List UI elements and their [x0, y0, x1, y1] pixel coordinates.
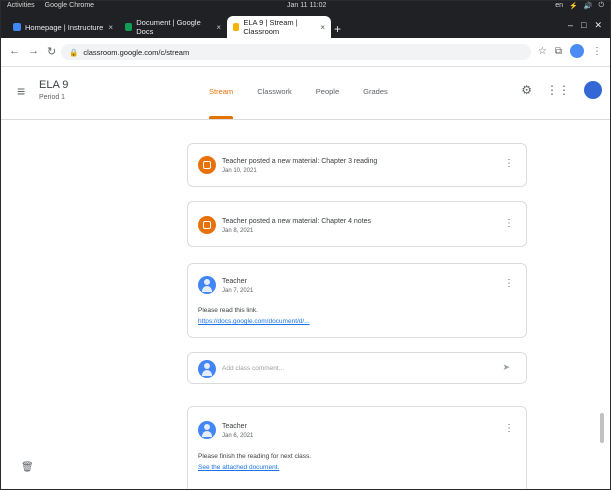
app-menu[interactable]: Google Chrome: [45, 2, 94, 9]
screen: Activities Google Chrome Jan 11 11:02 en…: [0, 0, 611, 490]
profile-avatar[interactable]: [570, 44, 584, 58]
close-tab-icon[interactable]: ×: [216, 23, 221, 32]
post-author: Teacher: [222, 278, 247, 285]
post-text: Please read this link.: [198, 307, 258, 314]
class-section: Period 1: [39, 94, 66, 101]
apps-grid-icon[interactable]: ⋮⋮: [546, 83, 570, 97]
close-tab-icon[interactable]: ×: [320, 23, 325, 32]
tab-title: Homepage | Instructure: [25, 22, 104, 32]
keyboard-layout[interactable]: en: [555, 2, 563, 10]
tab-stream[interactable]: Stream: [209, 67, 234, 119]
minimize-icon[interactable]: –: [568, 20, 573, 31]
os-clock[interactable]: Jan 11 11:02: [287, 2, 326, 9]
tab-title: ELA 9 | Stream | Classroom: [243, 18, 298, 36]
classroom-header: ≡ ELA 9 Period 1 Stream Classwork People…: [1, 67, 610, 120]
browser-tab-2[interactable]: Document | Google Docs ×: [119, 16, 227, 38]
tab-favicon: [125, 23, 133, 31]
stream-post[interactable]: Teacher posted a new material: Chapter 4…: [187, 201, 527, 247]
post-title: Teacher posted a new material: Chapter 3…: [222, 158, 378, 165]
more-vert-icon[interactable]: ⋮: [504, 278, 514, 289]
tab-people[interactable]: People: [316, 67, 339, 119]
browser-tab-strip: Homepage | Instructure × Document | Goog…: [1, 12, 610, 38]
maximize-icon[interactable]: □: [581, 20, 586, 31]
assignment-icon: [198, 216, 216, 234]
more-vert-icon[interactable]: ⋮: [504, 423, 514, 434]
classroom-tabs: Stream Classwork People Grades: [209, 67, 388, 119]
browser-tab-1[interactable]: Homepage | Instructure ×: [7, 16, 119, 38]
url-text: classroom.google.com/c/stream: [83, 47, 190, 57]
reload-icon[interactable]: ↻: [47, 45, 56, 58]
tab-favicon: [13, 23, 21, 31]
post-text: Please finish the reading for next class…: [198, 453, 312, 460]
new-tab-button[interactable]: +: [334, 22, 341, 36]
assignment-icon: [198, 156, 216, 174]
close-window-icon[interactable]: ✕: [594, 20, 602, 31]
url-bar[interactable]: 🔒 classroom.google.com/c/stream: [61, 44, 531, 60]
avatar: [198, 360, 216, 378]
os-top-bar: Activities Google Chrome Jan 11 11:02 en…: [1, 1, 610, 12]
post-date: Jan 8, 2021: [222, 228, 254, 234]
volume-icon: 🔊: [583, 3, 593, 10]
extensions-icon[interactable]: ⧉: [555, 46, 562, 57]
tab-title: Document | Google Docs: [136, 18, 201, 36]
post-date: Jan 7, 2021: [222, 288, 254, 294]
archive-icon[interactable]: 🗑: [21, 462, 34, 473]
comment-card: Add class comment... ➤: [187, 352, 527, 384]
more-vert-icon[interactable]: ⋮: [504, 218, 514, 229]
post-link[interactable]: https://docs.google.com/document/d/...: [198, 318, 310, 325]
avatar[interactable]: [198, 421, 216, 439]
scrollbar[interactable]: [600, 413, 604, 443]
tab-grades[interactable]: Grades: [363, 67, 388, 119]
post-date: Jan 10, 2021: [222, 168, 257, 174]
announcement-card: Teacher Jan 7, 2021 ⋮ Please read this l…: [187, 263, 527, 338]
back-arrow-icon[interactable]: ←: [9, 45, 20, 58]
tab-favicon: [233, 23, 240, 31]
settings-gear-icon[interactable]: ⚙: [521, 83, 532, 97]
post-author: Teacher: [222, 423, 247, 430]
activities-button[interactable]: Activities: [7, 2, 35, 9]
tab-classwork[interactable]: Classwork: [257, 67, 292, 119]
forward-arrow-icon[interactable]: →: [28, 45, 39, 58]
star-icon[interactable]: ☆: [538, 46, 547, 57]
announcement-card: Teacher Jan 6, 2021 ⋮ Please finish the …: [187, 406, 527, 489]
more-vert-icon[interactable]: ⋮: [504, 158, 514, 169]
class-name[interactable]: ELA 9: [39, 79, 68, 91]
lock-icon: 🔒: [69, 47, 79, 57]
post-date: Jan 6, 2021: [222, 433, 254, 439]
address-toolbar: ← → ↻ 🔒 classroom.google.com/c/stream ☆ …: [1, 38, 610, 67]
stream-post[interactable]: Teacher posted a new material: Chapter 3…: [187, 143, 527, 187]
post-title: Teacher posted a new material: Chapter 4…: [222, 218, 372, 225]
browser-tab-active[interactable]: ELA 9 | Stream | Classroom ×: [227, 16, 331, 38]
class-comment-input[interactable]: Add class comment...: [222, 365, 284, 372]
avatar[interactable]: [198, 276, 216, 294]
power-icon[interactable]: ⏻: [598, 2, 604, 10]
menu-icon[interactable]: ≡: [17, 83, 25, 99]
send-icon[interactable]: ➤: [502, 362, 510, 373]
more-vert-icon[interactable]: ⋮: [592, 46, 602, 57]
account-avatar[interactable]: [584, 81, 602, 99]
post-link[interactable]: See the attached document.: [198, 464, 279, 471]
close-tab-icon[interactable]: ×: [108, 23, 113, 32]
battery-icon: ⚡: [569, 3, 578, 10]
